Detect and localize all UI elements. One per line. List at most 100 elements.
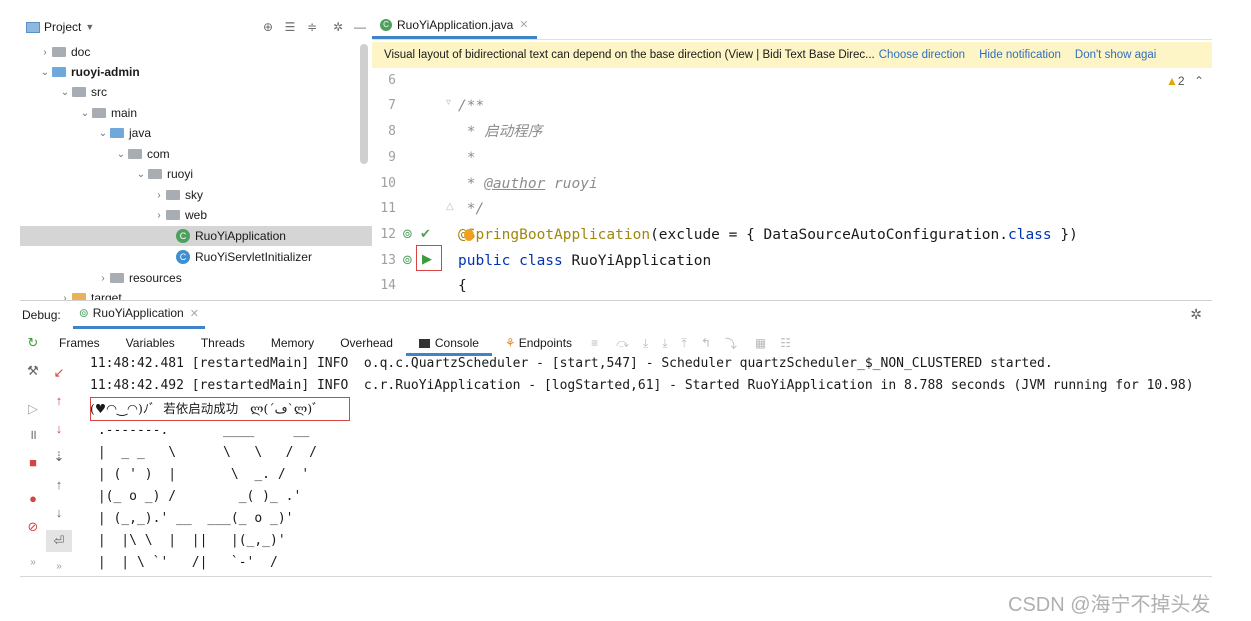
fold-icon[interactable]: ▿ bbox=[446, 97, 451, 108]
menu-icon[interactable]: ≡ bbox=[591, 336, 598, 350]
debug-tabs-bar: Frames Variables Threads Memory Overhead… bbox=[46, 330, 1212, 356]
tree-item-web[interactable]: › web bbox=[20, 205, 372, 225]
line-number: 10 bbox=[380, 176, 396, 191]
chevron-down-icon[interactable]: ⌄ bbox=[134, 169, 148, 180]
chevron-down-icon[interactable]: ⌄ bbox=[58, 87, 72, 98]
up-arrow-icon[interactable]: ↑ bbox=[46, 474, 72, 496]
project-scrollbar[interactable] bbox=[360, 44, 368, 164]
tree-item-java[interactable]: ⌄ java bbox=[20, 123, 372, 143]
notification-text: Visual layout of bidirectional text can … bbox=[384, 49, 875, 61]
code-area[interactable]: /** * 启动程序 * * @author ruoyi */ @SpringB… bbox=[458, 68, 1212, 300]
tab-memory[interactable]: Memory bbox=[258, 330, 327, 356]
evaluate-icon[interactable]: ▦ bbox=[755, 336, 766, 350]
more-icon[interactable]: » bbox=[20, 552, 46, 574]
chevron-right-icon[interactable]: › bbox=[96, 273, 110, 284]
resume-icon[interactable]: ▷ bbox=[20, 398, 46, 420]
debug-session-tab[interactable]: ⊚ RuoYiApplication ✕ bbox=[72, 301, 205, 329]
hide-panel-icon[interactable]: — bbox=[352, 19, 368, 35]
tree-item-sky[interactable]: › sky bbox=[20, 185, 372, 205]
tree-item-main[interactable]: ⌄ main bbox=[20, 103, 372, 123]
tree-item-ruoyiservletinitializer[interactable]: C RuoYiServletInitializer bbox=[20, 247, 372, 267]
close-icon[interactable]: ✕ bbox=[519, 18, 528, 31]
console-line: | ( ' ) | \ _. / ' bbox=[90, 467, 310, 482]
package-icon bbox=[166, 190, 180, 200]
view-breakpoints-icon[interactable]: ● bbox=[20, 488, 46, 510]
drop-frame-icon[interactable]: ↰ bbox=[701, 336, 711, 350]
trace-icon[interactable]: ☷ bbox=[780, 336, 791, 350]
console-line: .-------. ____ __ bbox=[90, 423, 310, 438]
tree-item-doc[interactable]: › doc bbox=[20, 42, 372, 62]
tab-ruoyiapplication-java[interactable]: C RuoYiApplication.java ✕ bbox=[372, 14, 537, 39]
mute-breakpoints-icon[interactable]: ⊘ bbox=[20, 516, 46, 538]
line-number: 13 bbox=[380, 253, 396, 268]
dont-show-again-link[interactable]: Don't show agai bbox=[1075, 49, 1156, 61]
tree-item-target[interactable]: › target bbox=[20, 288, 372, 300]
sort-icon[interactable]: ⇣ bbox=[46, 446, 72, 468]
scroll-to-end-icon[interactable]: ↙ bbox=[46, 362, 72, 384]
hide-notification-link[interactable]: Hide notification bbox=[979, 49, 1061, 61]
tree-item-src[interactable]: ⌄ src bbox=[20, 82, 372, 102]
chevron-right-icon[interactable]: › bbox=[38, 47, 52, 58]
tree-item-ruoyi[interactable]: ⌄ ruoyi bbox=[20, 164, 372, 184]
package-icon bbox=[166, 210, 180, 220]
stop-icon[interactable]: ■ bbox=[20, 452, 46, 474]
choose-direction-link[interactable]: Choose direction bbox=[879, 49, 965, 61]
project-view-selector[interactable]: Project bbox=[44, 20, 81, 34]
down-arrow-icon[interactable]: ↓ bbox=[46, 418, 72, 440]
collapse-all-icon[interactable]: ≑ bbox=[304, 19, 320, 35]
close-icon[interactable]: ✕ bbox=[190, 307, 199, 320]
tree-item-ruoyi-admin[interactable]: ⌄ ruoyi-admin bbox=[20, 62, 372, 82]
gear-icon[interactable]: ✲ bbox=[1190, 306, 1202, 323]
code-line-9: * bbox=[458, 150, 476, 166]
run-to-cursor-icon[interactable]: ⤵ bbox=[725, 335, 737, 352]
package-icon bbox=[128, 149, 142, 159]
tree-item-ruoyiapplication[interactable]: C RuoYiApplication bbox=[20, 226, 372, 246]
editor-tab-bar: C RuoYiApplication.java ✕ bbox=[372, 14, 1212, 40]
tab-variables[interactable]: Variables bbox=[113, 330, 188, 356]
tab-overhead[interactable]: Overhead bbox=[327, 330, 406, 356]
intention-bulb-icon[interactable] bbox=[464, 229, 474, 241]
tab-console[interactable]: Console bbox=[405, 330, 492, 356]
pause-icon[interactable]: ॥ bbox=[20, 424, 46, 446]
up-arrow-icon[interactable]: ↑ bbox=[46, 390, 72, 412]
source-folder-icon bbox=[110, 128, 124, 138]
spring-bean-icon[interactable]: ⊚ bbox=[402, 226, 413, 242]
step-into-icon[interactable]: ⤓ bbox=[643, 336, 648, 351]
force-step-into-icon[interactable]: ⤓ bbox=[662, 336, 667, 351]
console-line: | _ _ \ \ \ / / bbox=[90, 445, 317, 460]
run-gutter-highlight bbox=[416, 245, 442, 271]
chevron-right-icon[interactable]: › bbox=[152, 190, 166, 201]
tab-endpoints[interactable]: ⚘ Endpoints bbox=[492, 330, 585, 356]
console-line: 11:48:42.492 [restartedMain] INFO c.r.Ru… bbox=[90, 378, 1194, 393]
bidi-notification-bar: Visual layout of bidirectional text can … bbox=[372, 42, 1212, 68]
soft-wrap-icon[interactable]: ⏎ bbox=[46, 530, 72, 552]
chevron-down-icon[interactable]: ⌄ bbox=[114, 149, 128, 160]
gear-icon[interactable]: ✲ bbox=[330, 19, 346, 35]
tab-frames[interactable]: Frames bbox=[46, 330, 113, 356]
console-line: |(_ o _) / _( )_ .' bbox=[90, 489, 302, 504]
debug-title-bar: Debug: ⊚ RuoYiApplication ✕ ✲ bbox=[20, 300, 1212, 329]
wrench-icon[interactable]: ⚒ bbox=[20, 360, 46, 382]
fold-icon[interactable]: △ bbox=[446, 201, 454, 212]
resources-folder-icon bbox=[110, 273, 124, 283]
spring-config-icon[interactable]: ✔ bbox=[420, 226, 431, 242]
locate-icon[interactable]: ⊕ bbox=[260, 19, 276, 35]
down-arrow-icon[interactable]: ↓ bbox=[46, 502, 72, 524]
more-icon[interactable]: » bbox=[46, 556, 72, 578]
chevron-down-icon[interactable]: ⌄ bbox=[38, 67, 52, 78]
chevron-right-icon[interactable]: › bbox=[58, 293, 72, 301]
spring-bean-icon[interactable]: ⊚ bbox=[402, 252, 413, 268]
console-output[interactable]: 11:48:42.481 [restartedMain] INFO o.q.c.… bbox=[90, 356, 1212, 576]
tree-item-com[interactable]: ⌄ com bbox=[20, 144, 372, 164]
rerun-icon[interactable]: ↻ bbox=[20, 332, 46, 354]
expand-all-icon[interactable]: ☰ bbox=[282, 19, 298, 35]
tree-item-resources[interactable]: › resources bbox=[20, 268, 372, 288]
chevron-down-icon[interactable]: ▼ bbox=[85, 22, 94, 32]
chevron-down-icon[interactable]: ⌄ bbox=[96, 128, 110, 139]
chevron-down-icon[interactable]: ⌄ bbox=[78, 108, 92, 119]
chevron-right-icon[interactable]: › bbox=[152, 210, 166, 221]
folder-icon bbox=[92, 108, 106, 118]
step-over-icon[interactable]: ⤼ bbox=[616, 336, 629, 351]
step-out-icon[interactable]: ⤒ bbox=[682, 336, 687, 351]
tab-threads[interactable]: Threads bbox=[188, 330, 258, 356]
